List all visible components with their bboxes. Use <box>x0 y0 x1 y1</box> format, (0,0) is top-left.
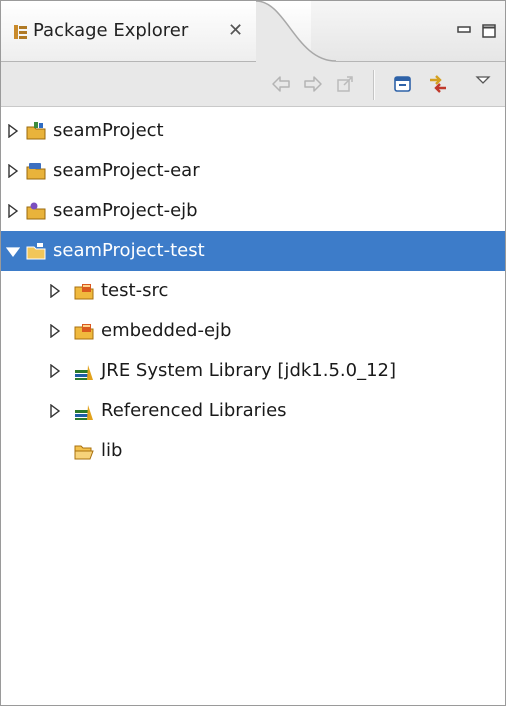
project-tree: seamProject seamProject-ear seamProject-… <box>1 111 505 471</box>
library-icon <box>75 365 93 380</box>
collapse-arrow-icon[interactable] <box>6 246 20 258</box>
ear-project-icon <box>26 163 46 180</box>
link-with-editor-icon[interactable] <box>426 72 450 96</box>
minimize-icon[interactable] <box>457 25 471 35</box>
tree-item-seamproject-test[interactable]: seamProject-test <box>1 231 505 271</box>
package-explorer-view: Package Explorer ✕ seamProject seamProje… <box>0 0 506 706</box>
tree-item-test-src[interactable]: test-src <box>1 271 505 311</box>
tree-item-label: lib <box>101 440 123 461</box>
toolbar-separator <box>373 70 375 100</box>
package-explorer-icon <box>14 25 27 39</box>
view-title: Package Explorer <box>33 20 189 41</box>
expand-arrow-icon[interactable] <box>49 364 61 378</box>
library-icon <box>75 405 93 420</box>
ejb-project-icon <box>26 202 46 220</box>
close-icon[interactable]: ✕ <box>228 20 243 41</box>
view-tab-bar: Package Explorer ✕ <box>1 1 505 62</box>
tree-item-lib[interactable]: lib <box>1 431 505 471</box>
web-project-icon <box>26 122 46 140</box>
expand-arrow-icon[interactable] <box>7 164 19 178</box>
tree-item-embedded-ejb[interactable]: embedded-ejb <box>1 311 505 351</box>
tree-item-label: Referenced Libraries <box>101 400 287 421</box>
tree-item-seamproject[interactable]: seamProject <box>1 111 505 151</box>
up-icon[interactable] <box>333 72 357 96</box>
view-toolbar <box>1 62 505 107</box>
view-menu-icon[interactable] <box>471 68 495 92</box>
tab-edge <box>256 1 336 62</box>
tree-item-label: seamProject-ejb <box>53 200 198 221</box>
expand-arrow-icon[interactable] <box>49 404 61 418</box>
tree-item-label: seamProject-ear <box>53 160 200 181</box>
maximize-icon[interactable] <box>482 24 496 38</box>
forward-icon[interactable] <box>301 72 325 96</box>
back-icon[interactable] <box>269 72 293 96</box>
tree-item-jre-system-library[interactable]: JRE System Library [jdk1.5.0_12] <box>1 351 505 391</box>
tree-item-seamproject-ejb[interactable]: seamProject-ejb <box>1 191 505 231</box>
tree-item-label: test-src <box>101 280 169 301</box>
source-folder-icon <box>74 284 94 300</box>
java-project-icon <box>26 243 46 260</box>
tree-item-label: JRE System Library [jdk1.5.0_12] <box>101 360 397 381</box>
tree-item-label: seamProject-test <box>53 240 205 261</box>
tree-item-label: seamProject <box>53 120 164 141</box>
source-folder-icon <box>74 324 94 340</box>
tree-item-seamproject-ear[interactable]: seamProject-ear <box>1 151 505 191</box>
expand-arrow-icon[interactable] <box>7 204 19 218</box>
folder-icon <box>74 445 94 460</box>
tree-item-label: embedded-ejb <box>101 320 232 341</box>
expand-arrow-icon[interactable] <box>7 124 19 138</box>
collapse-all-icon[interactable] <box>391 72 415 96</box>
tree-item-referenced-libraries[interactable]: Referenced Libraries <box>1 391 505 431</box>
expand-arrow-icon[interactable] <box>49 324 61 338</box>
expand-arrow-icon[interactable] <box>49 284 61 298</box>
